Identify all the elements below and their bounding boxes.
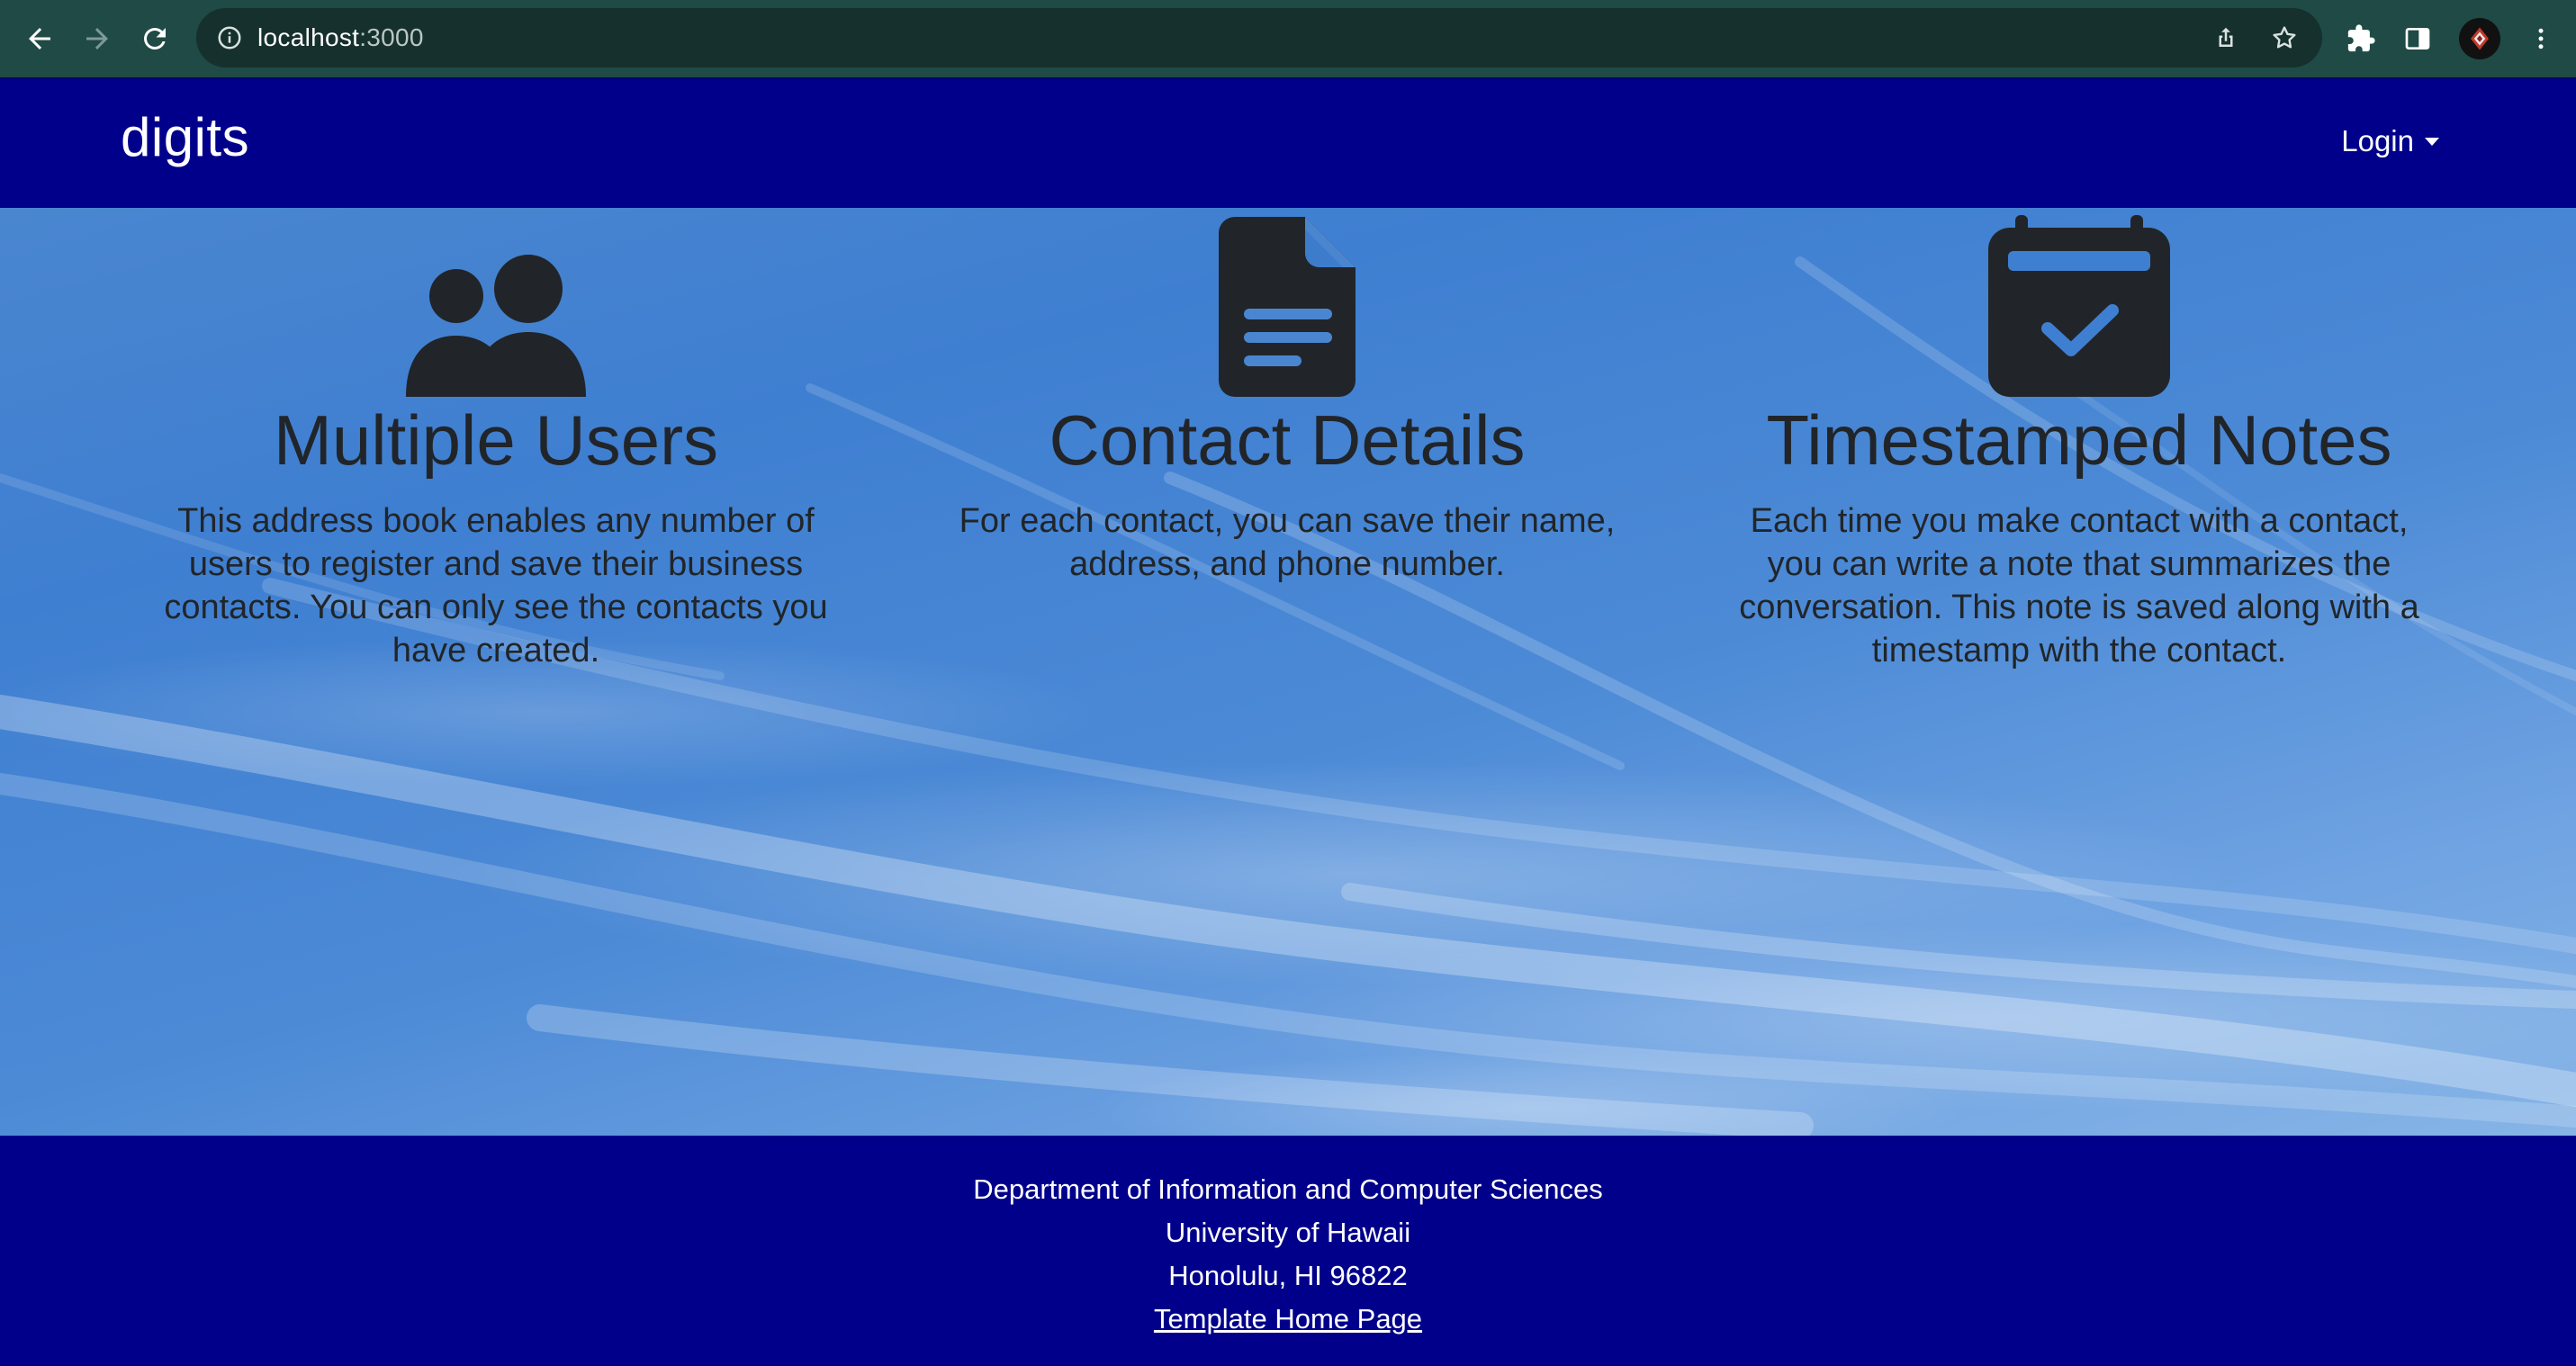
footer-university: University of Hawaii	[1165, 1217, 1411, 1248]
feature-timestamped-notes: Timestamped Notes Each time you make con…	[1710, 208, 2448, 672]
address-bar[interactable]: localhost:3000	[196, 8, 2322, 67]
site-footer: Department of Information and Computer S…	[0, 1136, 2576, 1366]
login-dropdown[interactable]: Login	[2341, 124, 2439, 158]
extensions-puzzle-icon[interactable]	[2346, 23, 2376, 54]
feature-title: Multiple Users	[273, 400, 719, 480]
feature-multiple-users: Multiple Users This address book enables…	[127, 208, 865, 672]
chevron-down-icon	[2425, 137, 2439, 146]
bookmark-star-icon[interactable]	[2270, 23, 2299, 52]
profile-avatar-icon	[2471, 27, 2489, 50]
feature-title: Timestamped Notes	[1766, 400, 2392, 480]
forward-arrow-icon[interactable]	[68, 10, 126, 67]
reload-icon[interactable]	[126, 10, 184, 67]
feature-description: For each contact, you can save their nam…	[959, 501, 1616, 583]
feature-description: This address book enables any number of …	[164, 501, 828, 670]
users-icon	[406, 255, 586, 397]
profile-avatar[interactable]	[2459, 18, 2500, 59]
feature-contact-details: Contact Details For each contact, you ca…	[918, 208, 1656, 586]
calendar-check-icon	[1988, 215, 2170, 397]
landing-hero: Multiple Users This address book enables…	[0, 208, 2576, 1136]
template-home-link[interactable]: Template Home Page	[1154, 1303, 1422, 1335]
footer-address: Honolulu, HI 96822	[1168, 1260, 1408, 1291]
feature-title: Contact Details	[1049, 400, 1526, 480]
kebab-menu-icon[interactable]	[2527, 25, 2554, 52]
brand-logo[interactable]: digits	[121, 106, 249, 168]
login-label: Login	[2341, 124, 2414, 157]
side-panel-icon[interactable]	[2403, 24, 2432, 53]
file-text-icon	[1219, 217, 1356, 397]
back-arrow-icon[interactable]	[11, 10, 68, 67]
url-text: localhost:3000	[257, 23, 424, 51]
info-icon[interactable]	[216, 24, 243, 51]
feature-description: Each time you make contact with a contac…	[1739, 501, 2419, 670]
footer-department: Department of Information and Computer S…	[973, 1173, 1603, 1205]
browser-toolbar: localhost:3000	[0, 0, 2576, 77]
app-navbar: digits Login	[0, 77, 2576, 208]
share-icon[interactable]	[2212, 24, 2239, 51]
